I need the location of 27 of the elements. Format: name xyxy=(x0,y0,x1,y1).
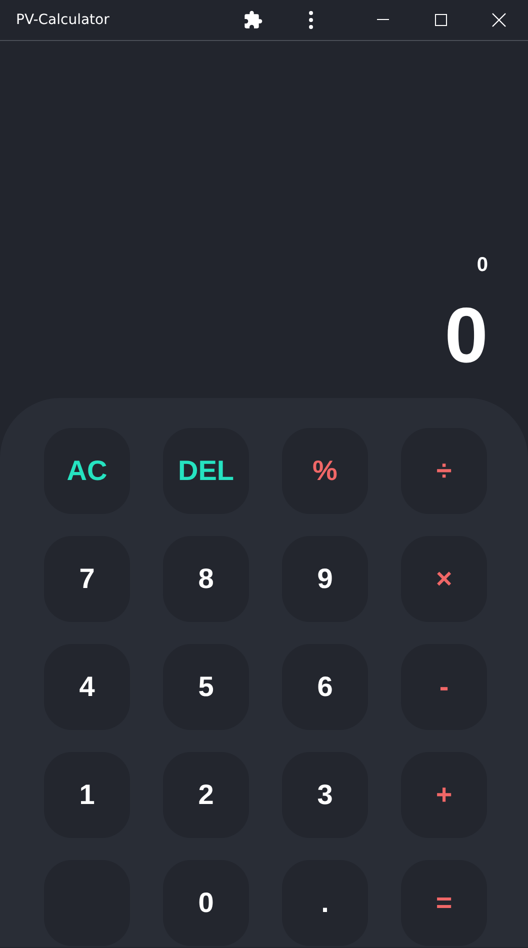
digit-key[interactable]: 5 xyxy=(163,644,249,730)
digit-key[interactable]: 0 xyxy=(163,860,249,946)
result-text: 0 xyxy=(444,296,488,374)
digit-key[interactable]: 7 xyxy=(44,536,130,622)
function-key[interactable]: DEL xyxy=(163,428,249,514)
maximize-icon[interactable] xyxy=(435,14,447,26)
digit-key[interactable]: 1 xyxy=(44,752,130,838)
puzzle-icon[interactable] xyxy=(243,10,263,30)
window-title: PV-Calculator xyxy=(16,10,110,30)
operator-key[interactable]: × xyxy=(401,536,487,622)
digit-key[interactable]: . xyxy=(282,860,368,946)
close-icon[interactable] xyxy=(492,13,506,27)
minimize-icon[interactable] xyxy=(377,19,389,21)
more-options-icon[interactable] xyxy=(308,10,314,30)
expression-text: 0 xyxy=(476,253,488,278)
operator-key[interactable]: - xyxy=(401,644,487,730)
digit-key[interactable]: 6 xyxy=(282,644,368,730)
digit-key[interactable]: 9 xyxy=(282,536,368,622)
operator-key[interactable]: = xyxy=(401,860,487,946)
digit-key[interactable]: 8 xyxy=(163,536,249,622)
digit-key[interactable]: 3 xyxy=(282,752,368,838)
digit-key[interactable]: 2 xyxy=(163,752,249,838)
operator-key[interactable]: ÷ xyxy=(401,428,487,514)
digit-key[interactable]: 4 xyxy=(44,644,130,730)
function-key[interactable]: AC xyxy=(44,428,130,514)
operator-key[interactable]: + xyxy=(401,752,487,838)
operator-key[interactable]: % xyxy=(282,428,368,514)
